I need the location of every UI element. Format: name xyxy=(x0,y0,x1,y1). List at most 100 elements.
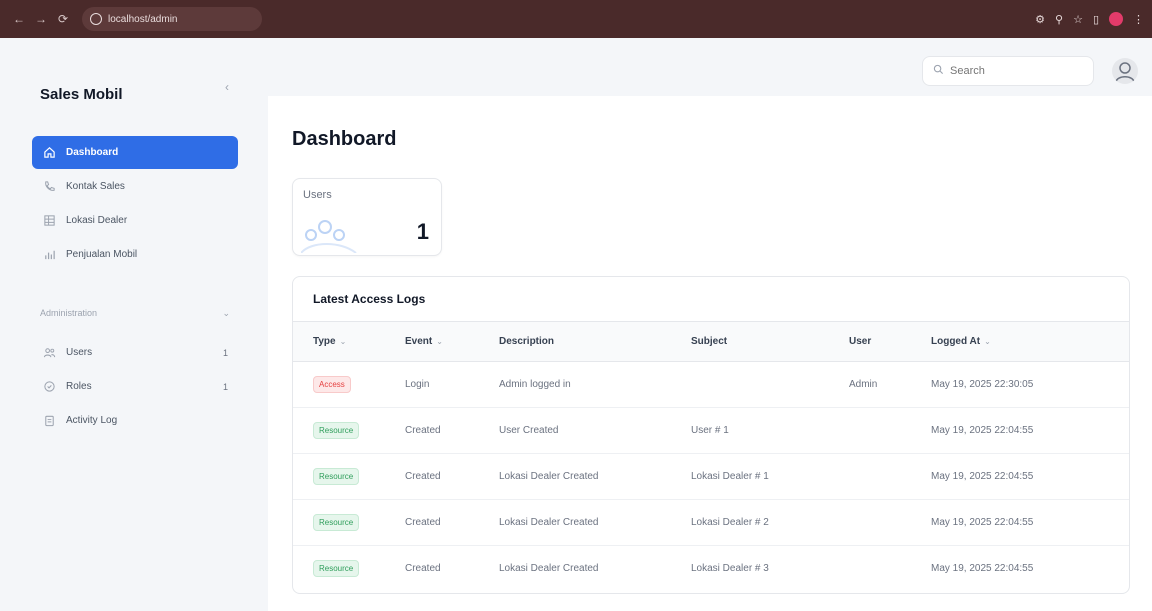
sidebar-item-users[interactable]: Users 1 xyxy=(32,336,238,369)
chart-icon xyxy=(42,248,56,262)
url-text: localhost/admin xyxy=(108,13,178,25)
sort-icon: ⌄ xyxy=(339,337,347,346)
sort-icon: ⌄ xyxy=(984,337,991,346)
clipboard-icon xyxy=(42,414,56,428)
type-badge: Access xyxy=(313,376,351,393)
type-badge: Resource xyxy=(313,514,360,531)
event-cell: Login xyxy=(405,361,499,408)
building-icon xyxy=(42,214,56,228)
nav-group-administration[interactable]: Administration ⌄ xyxy=(40,308,230,319)
user-cell xyxy=(849,407,931,454)
extensions-puzzle-icon[interactable]: ▯ xyxy=(1093,13,1099,26)
column-header-description: Description xyxy=(499,321,691,362)
chevron-down-icon: ⌄ xyxy=(222,308,230,318)
shield-icon xyxy=(42,380,56,394)
sidebar: Sales Mobil ‹ Dashboard Kontak Sales Lok… xyxy=(0,38,268,611)
sidebar-item-label: Penjualan Mobil xyxy=(66,249,138,260)
subject-cell: Lokasi Dealer # 3 xyxy=(691,563,769,575)
column-header-logged-at[interactable]: Logged At ⌄ xyxy=(931,321,1129,362)
users-icon xyxy=(42,346,56,360)
stat-label: Users xyxy=(303,189,332,201)
user-cell: Admin xyxy=(849,361,931,408)
sidebar-item-activity-log[interactable]: Activity Log xyxy=(32,404,238,437)
access-logs-panel: Latest Access Logs Type ⌄ Event ⌄ Descript… xyxy=(292,276,1130,594)
users-decoration-icon xyxy=(300,213,371,258)
sidebar-item-roles[interactable]: Roles 1 xyxy=(32,370,238,403)
description-cell: Lokasi Dealer Created xyxy=(499,499,691,546)
event-cell: Created xyxy=(405,563,441,575)
browser-menu-icon[interactable]: ⋮ xyxy=(1133,13,1144,26)
logged-at-cell: May 19, 2025 22:04:55 xyxy=(931,407,1129,454)
collapse-sidebar-icon[interactable]: ‹ xyxy=(218,78,236,96)
reload-icon[interactable]: ⟳ xyxy=(52,8,74,30)
search-icon xyxy=(933,64,944,78)
table-row[interactable]: Resource Created Lokasi Dealer Created L… xyxy=(293,453,1129,500)
browser-toolbar: ← → ⟳ localhost/admin ⚙ ⚲ ☆ ▯ ⋮ xyxy=(0,0,1152,38)
count-badge: 1 xyxy=(222,347,228,358)
table-row[interactable]: Resource Created Lokasi Dealer Created L… xyxy=(293,546,1129,592)
table-header-row: Type ⌄ Event ⌄ Description Subject User Lo… xyxy=(293,321,1129,362)
user-cell xyxy=(849,546,931,592)
user-avatar[interactable] xyxy=(1112,58,1138,84)
user-cell xyxy=(849,499,931,546)
sidebar-item-label: Roles xyxy=(66,381,92,392)
logged-at-cell: May 19, 2025 22:04:55 xyxy=(931,453,1129,500)
admin-nav: Users 1 Roles 1 Activity Log xyxy=(32,336,238,438)
search-input[interactable] xyxy=(950,65,1080,77)
table-row[interactable]: Access Login Admin logged in Admin May 1… xyxy=(293,361,1129,408)
table-row[interactable]: Resource Created User Created User # 1 M… xyxy=(293,407,1129,454)
address-bar[interactable]: localhost/admin xyxy=(82,7,262,31)
column-header-type[interactable]: Type ⌄ xyxy=(293,321,405,362)
subject-cell: Lokasi Dealer # 2 xyxy=(691,499,849,546)
subject-cell xyxy=(691,361,849,408)
type-badge: Resource xyxy=(313,422,360,439)
table-row[interactable]: Resource Created Lokasi Dealer Created L… xyxy=(293,499,1129,546)
type-badge: Resource xyxy=(313,560,360,578)
event-cell: Created xyxy=(405,453,499,500)
bookmark-star-icon[interactable]: ☆ xyxy=(1073,13,1083,26)
sidebar-item-dashboard[interactable]: Dashboard xyxy=(32,136,238,169)
phone-icon xyxy=(42,180,56,194)
type-badge: Resource xyxy=(313,468,360,485)
user-cell xyxy=(849,453,931,500)
page-title: Dashboard xyxy=(292,128,397,150)
logged-at-cell: May 19, 2025 22:30:05 xyxy=(931,361,1129,408)
forward-icon[interactable]: → xyxy=(30,8,52,30)
description-cell: Admin logged in xyxy=(499,361,691,408)
subject-cell: Lokasi Dealer # 1 xyxy=(691,453,849,500)
site-info-icon[interactable] xyxy=(90,13,102,25)
main-nav: Dashboard Kontak Sales Lokasi Dealer Pen… xyxy=(32,136,238,272)
users-stat-card[interactable]: Users 1 xyxy=(292,178,442,256)
count-badge: 1 xyxy=(222,381,228,392)
description-cell: Lokasi Dealer Created xyxy=(499,453,691,500)
sort-icon: ⌄ xyxy=(436,337,443,346)
zoom-icon[interactable]: ⚲ xyxy=(1055,13,1063,26)
subject-cell: User # 1 xyxy=(691,407,849,454)
global-search[interactable] xyxy=(922,56,1094,86)
description-cell: Lokasi Dealer Created xyxy=(499,563,599,575)
column-header-event[interactable]: Event ⌄ xyxy=(405,321,499,362)
description-cell: User Created xyxy=(499,407,691,454)
logs-heading: Latest Access Logs xyxy=(313,292,426,306)
sidebar-item-label: Activity Log xyxy=(66,415,118,426)
sidebar-item-label: Users xyxy=(66,347,93,358)
extension-icon[interactable]: ⚙ xyxy=(1035,13,1045,26)
group-label-text: Administration xyxy=(40,308,98,318)
main-content: Dashboard Users 1 Latest Access Logs Typ… xyxy=(268,96,1152,611)
sidebar-item-label: Lokasi Dealer xyxy=(66,215,128,226)
event-cell: Created xyxy=(405,499,499,546)
event-cell: Created xyxy=(405,407,499,454)
back-icon[interactable]: ← xyxy=(8,8,30,30)
sidebar-item-lokasi-dealer[interactable]: Lokasi Dealer xyxy=(32,204,238,237)
profile-avatar-icon[interactable] xyxy=(1109,12,1123,26)
sidebar-item-label: Kontak Sales xyxy=(66,181,125,192)
sidebar-item-kontak-sales[interactable]: Kontak Sales xyxy=(32,170,238,203)
brand-title[interactable]: Sales Mobil xyxy=(40,86,123,103)
sidebar-item-penjualan-mobil[interactable]: Penjualan Mobil xyxy=(32,238,238,271)
sidebar-item-label: Dashboard xyxy=(66,147,119,158)
column-header-subject: Subject xyxy=(691,321,849,362)
topbar xyxy=(268,50,1152,96)
column-header-user: User xyxy=(849,321,931,362)
home-icon xyxy=(42,146,56,160)
stat-value: 1 xyxy=(416,219,429,244)
